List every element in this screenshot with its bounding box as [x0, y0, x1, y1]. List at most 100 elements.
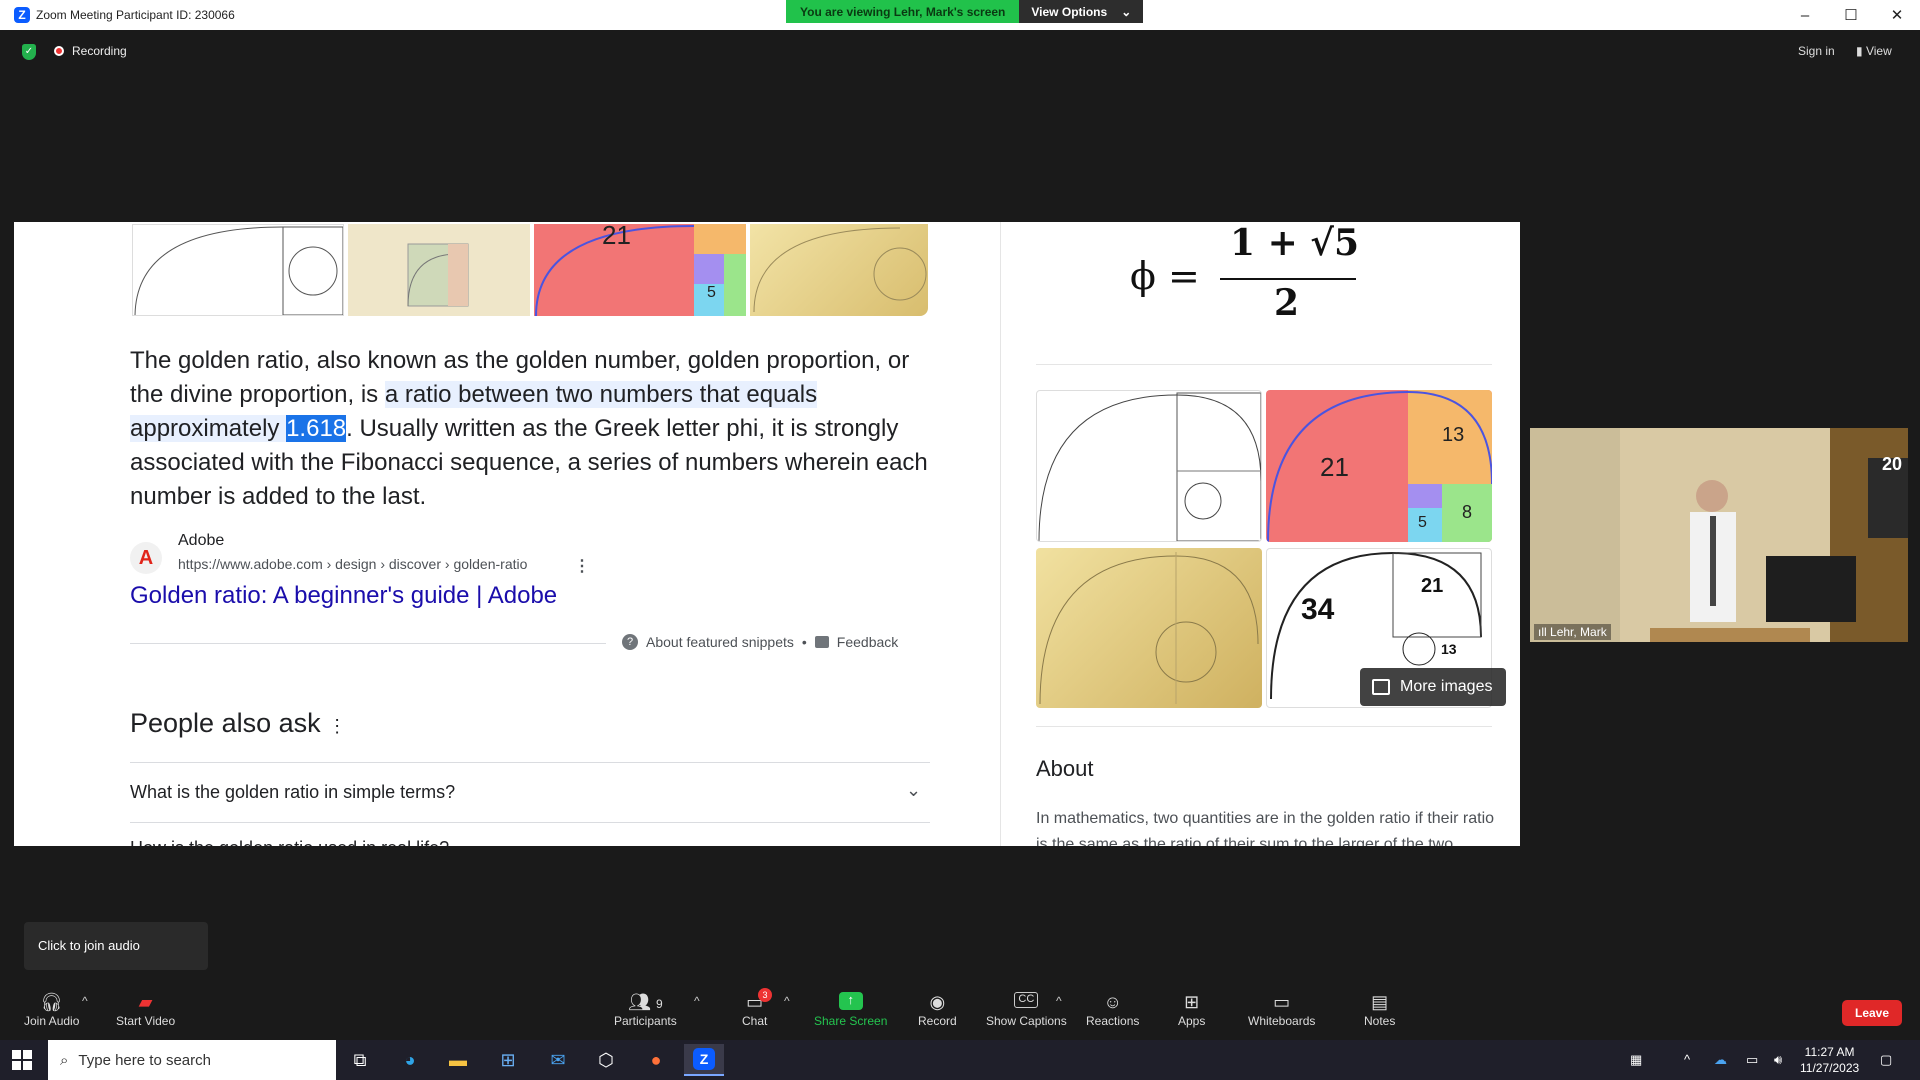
windows-taskbar: ⌕ Type here to search ⧉ ◕ ▬ ⊞ ✉ ⬡ ● Z ▦ … [0, 1040, 1920, 1080]
app-cube-icon[interactable]: ⬡ [586, 1044, 626, 1076]
paa-question-1[interactable]: What is the golden ratio in simple terms… [130, 782, 455, 803]
firefox-icon[interactable]: ● [636, 1044, 676, 1076]
image-thumbnail-row: 21 5 [132, 224, 932, 316]
share-screen-label: Share Screen [814, 1014, 888, 1028]
more-images-button[interactable]: More images [1360, 668, 1506, 706]
meeting-toolbar: 🎧︎ Join Audio ^ ▰ Start Video 👥︎ 9 Parti… [0, 978, 1920, 1040]
more-options-icon[interactable]: ⋮ [574, 556, 590, 576]
zoom-logo-icon: Z [14, 7, 30, 23]
recording-indicator[interactable]: Recording [72, 44, 127, 58]
whiteboards-label: Whiteboards [1248, 1014, 1316, 1028]
people-also-ask-heading: People also ask ⋮ [130, 708, 346, 739]
view-options-button[interactable]: View Options ⌄ [1019, 0, 1144, 23]
share-screen-button[interactable]: ↑ Share Screen [814, 992, 887, 1028]
source-url[interactable]: https://www.adobe.com › design › discove… [178, 556, 527, 572]
zoom-taskbar-icon[interactable]: Z [684, 1044, 724, 1076]
video-off-icon: ▰ [138, 992, 153, 1012]
fraction-bar [1220, 278, 1356, 280]
keyboard-icon[interactable]: ▦ [1630, 1052, 1642, 1068]
colored-spiral-image[interactable]: 21 13 8 5 [1266, 390, 1492, 542]
record-button[interactable]: ◉ Record [918, 992, 957, 1028]
result-link[interactable]: Golden ratio: A beginner's guide | Adobe [130, 582, 557, 610]
feedback-link[interactable]: Feedback [837, 634, 898, 650]
start-video-button[interactable]: ▰ Start Video [116, 992, 175, 1028]
sketch-thumbnail[interactable] [348, 224, 530, 316]
window-controls: – ☐ ✕ [1782, 0, 1920, 30]
leave-button[interactable]: Leave [1842, 1000, 1902, 1026]
maximize-button[interactable]: ☐ [1828, 0, 1874, 30]
chevron-down-icon[interactable]: ⌄ [906, 780, 921, 801]
captions-options-caret[interactable]: ^ [1056, 994, 1062, 1008]
source-name[interactable]: Adobe [178, 532, 224, 550]
formula-numerator: 1 + √5 [1230, 222, 1359, 264]
separator-dot: • [801, 634, 807, 650]
about-featured-snippets-link[interactable]: About featured snippets [646, 634, 794, 650]
close-button[interactable]: ✕ [1874, 0, 1920, 30]
spiral-image[interactable] [1036, 390, 1262, 542]
volume-icon[interactable]: 🔊︎ [1774, 1052, 1782, 1068]
participant-video[interactable]: ıll Lehr, Mark 20 [1530, 428, 1908, 642]
show-captions-button[interactable]: CC Show Captions [986, 992, 1067, 1028]
zoom-app-icon: Z [693, 1048, 715, 1070]
chat-label: Chat [742, 1014, 768, 1028]
captions-icon: CC [1014, 992, 1039, 1008]
apps-button[interactable]: ⊞ Apps [1178, 992, 1205, 1028]
screen-share-banner: You are viewing Lehr, Mark's screen View… [786, 0, 1144, 23]
record-dot-icon [54, 46, 64, 56]
minimize-button[interactable]: – [1782, 0, 1828, 30]
edge-icon[interactable]: ◕ [390, 1044, 430, 1076]
chat-options-caret[interactable]: ^ [784, 994, 790, 1008]
formula-denominator: 2 [1274, 282, 1300, 324]
task-view-icon[interactable]: ⧉ [340, 1044, 380, 1076]
adobe-logo-icon: A [130, 542, 162, 574]
colored-thumbnail[interactable]: 21 5 [534, 224, 746, 316]
featured-snippet-text: The golden ratio, also known as the gold… [130, 344, 930, 514]
chat-button[interactable]: ▭ 3 Chat [742, 988, 772, 1028]
formula-phi: ϕ = [1130, 254, 1200, 298]
file-explorer-icon[interactable]: ▬ [438, 1044, 478, 1076]
view-label: View [1865, 44, 1892, 58]
paa-more-icon[interactable]: ⋮ [328, 716, 346, 736]
knowledge-panel: ϕ = 1 + √5 2 21 13 8 5 34 21 13 More ima… [1024, 222, 1506, 846]
golden-image[interactable] [1036, 548, 1262, 708]
participant-name: Lehr, Mark [1550, 625, 1607, 639]
network-icon[interactable]: ▭ [1746, 1052, 1758, 1068]
image-icon [1372, 679, 1390, 695]
participants-button[interactable]: 👥︎ 9 Participants [614, 992, 677, 1028]
feedback-icon [814, 636, 829, 648]
column-divider [1000, 222, 1001, 846]
clock-date: 11/27/2023 [1800, 1061, 1860, 1075]
chevron-up-icon[interactable]: ^ [1684, 1052, 1690, 1067]
taskbar-clock[interactable]: 11:27 AM 11/27/2023 [1800, 1044, 1859, 1076]
view-button[interactable]: ▮ View [1856, 44, 1892, 58]
thumb-number-21: 21 [602, 224, 631, 250]
onedrive-icon[interactable]: ☁ [1714, 1052, 1727, 1068]
whiteboards-button[interactable]: ▭ Whiteboards [1248, 992, 1315, 1028]
video-frame [1530, 428, 1908, 642]
audio-options-caret[interactable]: ^ [82, 994, 88, 1008]
record-label: Record [918, 1014, 957, 1028]
shield-icon[interactable]: ✓ [22, 44, 36, 60]
mail-icon[interactable]: ✉ [538, 1044, 578, 1076]
reactions-button[interactable]: ☺ Reactions [1086, 992, 1139, 1028]
more-images-label: More images [1400, 678, 1493, 695]
spiral-thumbnail[interactable] [132, 224, 344, 316]
viewing-label: You are viewing Lehr, Mark's screen [786, 0, 1020, 23]
notes-icon: ▤ [1371, 992, 1389, 1012]
taskbar-search-box[interactable]: ⌕ Type here to search [48, 1040, 336, 1080]
paa-question-2[interactable]: How is the golden ratio used in real lif… [130, 838, 449, 846]
divider [130, 643, 606, 644]
participants-options-caret[interactable]: ^ [694, 994, 700, 1008]
sign-in-button[interactable]: Sign in [1798, 44, 1835, 58]
image-number-34: 34 [1301, 593, 1335, 626]
notifications-icon[interactable]: ▢ [1880, 1052, 1892, 1068]
join-audio-button[interactable]: 🎧︎ Join Audio [24, 992, 79, 1028]
signal-icon: ıll [1538, 625, 1547, 639]
golden-thumbnail[interactable] [750, 224, 928, 316]
store-icon[interactable]: ⊞ [488, 1044, 528, 1076]
notes-button[interactable]: ▤ Notes [1364, 992, 1395, 1028]
windows-start-icon[interactable] [12, 1050, 32, 1070]
participants-label: Participants [614, 1014, 677, 1028]
view-options-label: View Options [1031, 4, 1108, 19]
search-placeholder: Type here to search [78, 1051, 211, 1069]
